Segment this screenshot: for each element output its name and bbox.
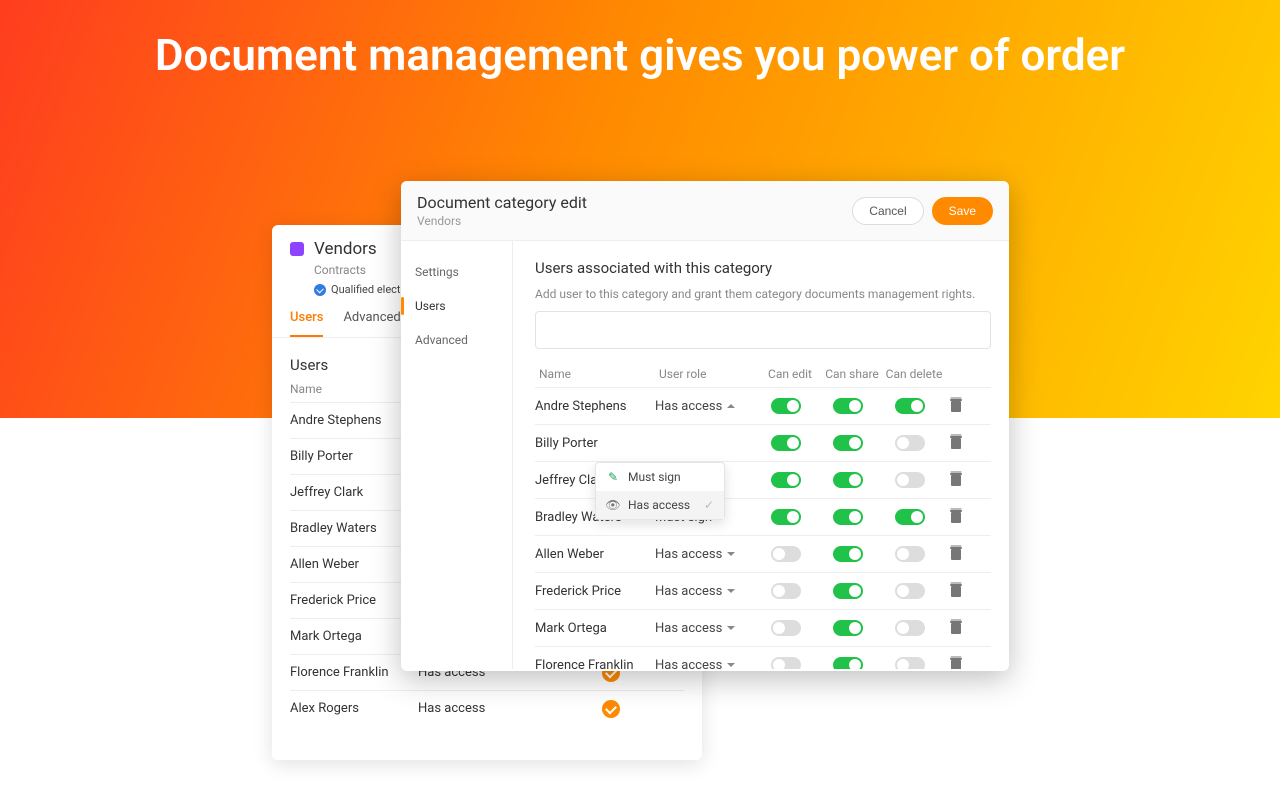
col-can-share: Can share (821, 367, 883, 381)
user-name: Andre Stephens (290, 413, 418, 428)
modal-main: Users associated with this category Add … (513, 241, 1009, 669)
toggle[interactable] (895, 583, 925, 599)
table-row: Billy Porter (535, 424, 991, 461)
user-name: Mark Ortega (535, 621, 655, 636)
toggle[interactable] (833, 657, 863, 669)
modal-subtitle: Vendors (417, 214, 844, 228)
role-option-has-access[interactable]: 👁 Has access ✓ (596, 491, 724, 519)
check-circle-icon (602, 700, 620, 718)
user-name: Mark Ortega (290, 629, 418, 644)
toggle[interactable] (771, 657, 801, 669)
hero-title: Document management gives you power of o… (0, 28, 1280, 83)
toggle[interactable] (833, 398, 863, 414)
user-name: Allen Weber (535, 547, 655, 562)
toggle[interactable] (833, 509, 863, 525)
toggle[interactable] (895, 546, 925, 562)
trash-icon[interactable] (950, 547, 962, 561)
toggle[interactable] (833, 583, 863, 599)
category-color-icon (290, 242, 304, 256)
caret-down-icon (727, 552, 735, 556)
table-row: Andre StephensHas access (535, 387, 991, 424)
toggle[interactable] (895, 509, 925, 525)
sidebar-item-users[interactable]: Users (401, 289, 512, 323)
check-badge-icon (314, 284, 326, 296)
table-row: Frederick PriceHas access (535, 572, 991, 609)
trash-icon[interactable] (950, 473, 962, 487)
check-icon: ✓ (704, 498, 714, 512)
list-item[interactable]: Alex RogersHas access (290, 690, 684, 726)
toggle[interactable] (895, 620, 925, 636)
users-heading: Users associated with this category (535, 259, 991, 277)
user-name: Florence Franklin (535, 658, 655, 670)
caret-up-icon (727, 404, 735, 408)
toggle[interactable] (833, 620, 863, 636)
user-name: Billy Porter (290, 449, 418, 464)
col-can-delete: Can delete (883, 367, 945, 381)
toggle[interactable] (895, 657, 925, 669)
trash-icon[interactable] (950, 658, 962, 669)
toggle[interactable] (895, 398, 925, 414)
toggle[interactable] (833, 435, 863, 451)
toggle[interactable] (895, 435, 925, 451)
sidebar-item-settings[interactable]: Settings (401, 255, 512, 289)
col-name: Name (539, 367, 659, 381)
cancel-button[interactable]: Cancel (852, 197, 923, 225)
pencil-icon: ✎ (606, 470, 620, 484)
toggle[interactable] (833, 546, 863, 562)
toggle[interactable] (895, 472, 925, 488)
toggle[interactable] (771, 398, 801, 414)
role-option-must-sign[interactable]: ✎ Must sign (596, 463, 724, 491)
user-name: Alex Rogers (290, 701, 418, 716)
category-title: Vendors (314, 239, 377, 259)
users-description: Add user to this category and grant them… (535, 287, 991, 301)
toggle[interactable] (771, 472, 801, 488)
modal-sidebar: Settings Users Advanced (401, 241, 513, 669)
save-button[interactable]: Save (932, 197, 993, 225)
role-dropdown[interactable]: ✎ Must sign 👁 Has access ✓ (595, 462, 725, 520)
grid-header: Name User role Can edit Can share Can de… (535, 367, 991, 387)
col-can-edit: Can edit (759, 367, 821, 381)
eye-icon: 👁 (606, 498, 620, 512)
role-selector[interactable]: Has access (655, 547, 755, 562)
toggle[interactable] (771, 583, 801, 599)
table-row: Allen WeberHas access (535, 535, 991, 572)
user-name: Allen Weber (290, 557, 418, 572)
user-name: Billy Porter (535, 436, 655, 451)
toggle[interactable] (771, 509, 801, 525)
role-selector[interactable]: Has access (655, 658, 755, 670)
trash-icon[interactable] (950, 399, 962, 413)
trash-icon[interactable] (950, 436, 962, 450)
trash-icon[interactable] (950, 510, 962, 524)
trash-icon[interactable] (950, 621, 962, 635)
modal-header: Document category edit Vendors Cancel Sa… (401, 181, 1009, 241)
role-selector[interactable]: Has access (655, 621, 755, 636)
user-name: Andre Stephens (535, 399, 655, 414)
modal-title: Document category edit (417, 193, 844, 212)
role-selector[interactable]: Has access (655, 399, 755, 414)
caret-down-icon (727, 589, 735, 593)
grid-body: Andre StephensHas accessBilly PorterJeff… (535, 387, 991, 669)
document-category-edit-modal: Document category edit Vendors Cancel Sa… (401, 181, 1009, 671)
role-selector[interactable]: Has access (655, 584, 755, 599)
user-name: Florence Franklin (290, 665, 418, 680)
caret-down-icon (727, 626, 735, 630)
toggle[interactable] (771, 435, 801, 451)
toggle[interactable] (771, 546, 801, 562)
user-name: Frederick Price (535, 584, 655, 599)
trash-icon[interactable] (950, 584, 962, 598)
user-name: Jeffrey Clark (290, 485, 418, 500)
toggle[interactable] (771, 620, 801, 636)
user-name: Frederick Price (290, 593, 418, 608)
col-role: User role (659, 367, 759, 381)
sidebar-item-advanced[interactable]: Advanced (401, 323, 512, 357)
toggle[interactable] (833, 472, 863, 488)
tab-users[interactable]: Users (290, 310, 323, 337)
user-role: Has access (418, 701, 538, 716)
caret-down-icon (727, 663, 735, 667)
user-search-input[interactable] (535, 311, 991, 349)
table-row: Florence FranklinHas access (535, 646, 991, 669)
table-row: Mark OrtegaHas access (535, 609, 991, 646)
user-name: Bradley Waters (290, 521, 418, 536)
